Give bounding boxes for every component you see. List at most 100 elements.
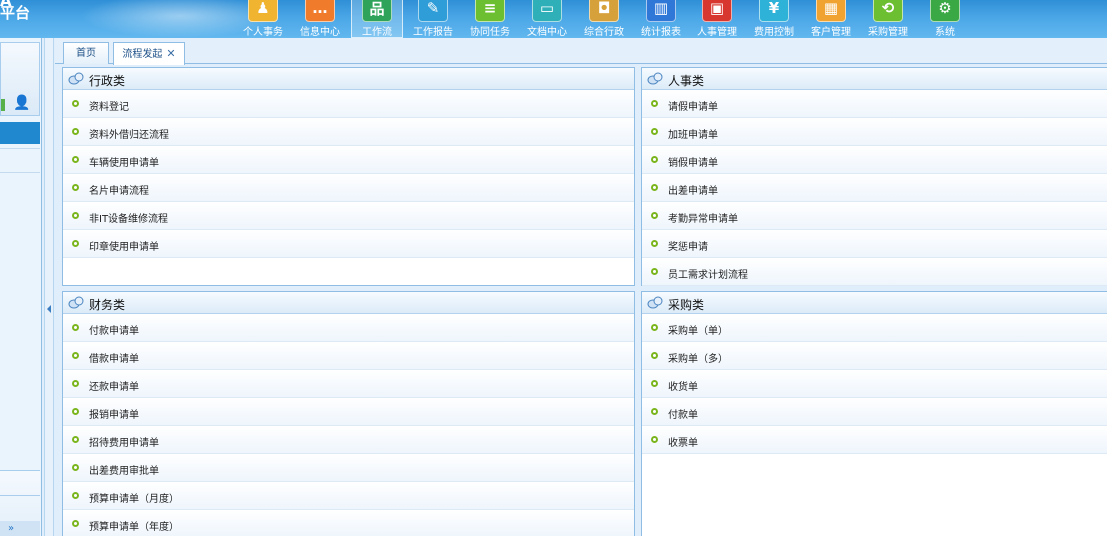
close-icon[interactable]: ✕ <box>166 47 175 60</box>
bullet-icon <box>72 436 79 443</box>
sidebar-selected-item[interactable] <box>0 122 40 144</box>
process-link[interactable]: 招待费用申请单 <box>63 426 634 454</box>
process-link[interactable]: 借款申请单 <box>63 342 634 370</box>
nav-item-workflow[interactable]: 品工作流 <box>351 0 403 38</box>
process-link-label: 非IT设备维修流程 <box>89 214 169 225</box>
nav-item-task[interactable]: ≡ 协同任务 <box>464 0 516 38</box>
process-link-label: 车辆使用申请单 <box>89 158 159 169</box>
bullet-icon <box>72 128 79 135</box>
process-link-label: 收票单 <box>668 438 698 449</box>
nav-item-admin[interactable]: ◘ 综合行政 <box>578 0 630 38</box>
process-link-label: 收货单 <box>668 382 698 393</box>
workflow-icon: 品 <box>362 0 392 22</box>
admin-icon: ◘ <box>589 0 619 22</box>
bullet-icon <box>72 352 79 359</box>
panel-header: 人事类 <box>642 68 1107 90</box>
app-logo: A 平台 <box>0 0 30 21</box>
process-link[interactable]: 加班申请单 <box>642 118 1107 146</box>
task-icon: ≡ <box>475 0 505 22</box>
process-link[interactable]: 考勤异常申请单 <box>642 202 1107 230</box>
process-link[interactable]: 印章使用申请单 <box>63 230 634 258</box>
nav-item-customer[interactable]: ▦ 客户管理 <box>805 0 857 38</box>
bullet-icon <box>72 212 79 219</box>
process-link[interactable]: 预算申请单（年度） <box>63 510 634 536</box>
bullet-icon <box>72 240 79 247</box>
sidebar-divider <box>0 172 40 173</box>
process-link[interactable]: 资料登记 <box>63 90 634 118</box>
process-link-label: 付款申请单 <box>89 326 139 337</box>
process-link[interactable]: 出差申请单 <box>642 174 1107 202</box>
process-link[interactable]: 请假申请单 <box>642 90 1107 118</box>
top-header: A 平台 ♟ 个人事务… 信息中心品工作流 ✎ 工作报告 ≡ 协同任务 ▭ 文档中心 ◘ 综合行政 ▥… <box>0 0 1107 38</box>
nav-item-chat[interactable]: … 信息中心 <box>294 0 346 38</box>
sidebar-divider <box>0 148 40 149</box>
nav-item-hr[interactable]: ▣ 人事管理 <box>691 0 743 38</box>
chat-icon: … <box>305 0 335 22</box>
process-link[interactable]: 名片申请流程 <box>63 174 634 202</box>
bullet-icon <box>72 492 79 499</box>
process-link-label: 名片申请流程 <box>89 186 149 197</box>
process-link-label: 考勤异常申请单 <box>668 214 738 225</box>
bullet-icon <box>72 408 79 415</box>
process-link[interactable]: 销假申请单 <box>642 146 1107 174</box>
bullet-icon <box>651 408 658 415</box>
process-link-label: 请假申请单 <box>668 102 718 113</box>
nav-item-label: 统计报表 <box>641 27 681 38</box>
nav-item-report[interactable]: ✎ 工作报告 <box>407 0 459 38</box>
tab-process-start[interactable]: 流程发起 ✕ <box>113 42 185 65</box>
process-link-label: 还款申请单 <box>89 382 139 393</box>
process-link[interactable]: 采购单（多） <box>642 342 1107 370</box>
nav-item-gear[interactable]: ⚙ 系统 <box>919 0 971 38</box>
panel-finance: 财务类付款申请单借款申请单还款申请单报销申请单 招待费用申请单出差费用审批单预算申… <box>62 291 635 536</box>
panel-admin: 行政类资料登记资料外借归还流程车辆使用申请单 名片申请流程非IT设备维修流程印章使… <box>62 67 635 286</box>
process-link[interactable]: 付款申请单 <box>63 314 634 342</box>
process-link-label: 采购单（多） <box>668 354 728 365</box>
bullet-icon <box>651 100 658 107</box>
nav-item-chart[interactable]: ▥ 统计报表 <box>635 0 687 38</box>
process-link[interactable]: 奖惩申请 <box>642 230 1107 258</box>
user-icon[interactable]: 👤 <box>13 95 30 111</box>
gear-icon: ⚙ <box>930 0 960 22</box>
bullet-icon <box>72 380 79 387</box>
collapse-arrow-icon[interactable] <box>47 305 51 313</box>
nav-item-label: 文档中心 <box>527 27 567 38</box>
process-link-label: 预算申请单（年度） <box>89 522 179 533</box>
chart-icon: ▥ <box>646 0 676 22</box>
logo-line1: A <box>0 0 12 10</box>
purchase-icon: ⟲ <box>873 0 903 22</box>
panel-header: 行政类 <box>63 68 634 90</box>
process-link-label: 出差费用审批单 <box>89 466 159 477</box>
bullet-icon <box>651 212 658 219</box>
bullet-icon <box>651 268 658 275</box>
sidebar-expand-button[interactable]: » <box>0 521 40 536</box>
process-link[interactable]: 收货单 <box>642 370 1107 398</box>
sidebar-splitter[interactable] <box>44 38 54 536</box>
panel-header: 财务类 <box>63 292 634 314</box>
nav-item-label: 人事管理 <box>697 27 737 38</box>
process-link[interactable]: 收票单 <box>642 426 1107 454</box>
process-link[interactable]: 采购单（单） <box>642 314 1107 342</box>
panel-header: 采购类 <box>642 292 1107 314</box>
process-link[interactable]: 资料外借归还流程 <box>63 118 634 146</box>
process-link[interactable]: 预算申请单（月度） <box>63 482 634 510</box>
process-link[interactable]: 还款申请单 <box>63 370 634 398</box>
status-indicator <box>1 99 5 111</box>
process-link[interactable]: 非IT设备维修流程 <box>63 202 634 230</box>
process-link-label: 奖惩申请 <box>668 242 708 253</box>
nav-item-yuan[interactable]: ¥ 费用控制 <box>748 0 800 38</box>
bullet-icon <box>651 380 658 387</box>
process-link-label: 资料登记 <box>89 102 129 113</box>
process-link-label: 借款申请单 <box>89 354 139 365</box>
process-link[interactable]: 出差费用审批单 <box>63 454 634 482</box>
nav-item-label: 采购管理 <box>868 27 908 38</box>
tab-home[interactable]: 首页 <box>63 42 109 64</box>
nav-item-person[interactable]: ♟ 个人事务 <box>237 0 289 38</box>
process-link[interactable]: 员工需求计划流程 <box>642 258 1107 286</box>
panel-title: 人事类 <box>668 74 705 88</box>
process-link[interactable]: 报销申请单 <box>63 398 634 426</box>
process-link[interactable]: 付款单 <box>642 398 1107 426</box>
process-link[interactable]: 车辆使用申请单 <box>63 146 634 174</box>
panel-title: 行政类 <box>89 74 126 88</box>
nav-item-document[interactable]: ▭ 文档中心 <box>521 0 573 38</box>
nav-item-purchase[interactable]: ⟲ 采购管理 <box>862 0 914 38</box>
